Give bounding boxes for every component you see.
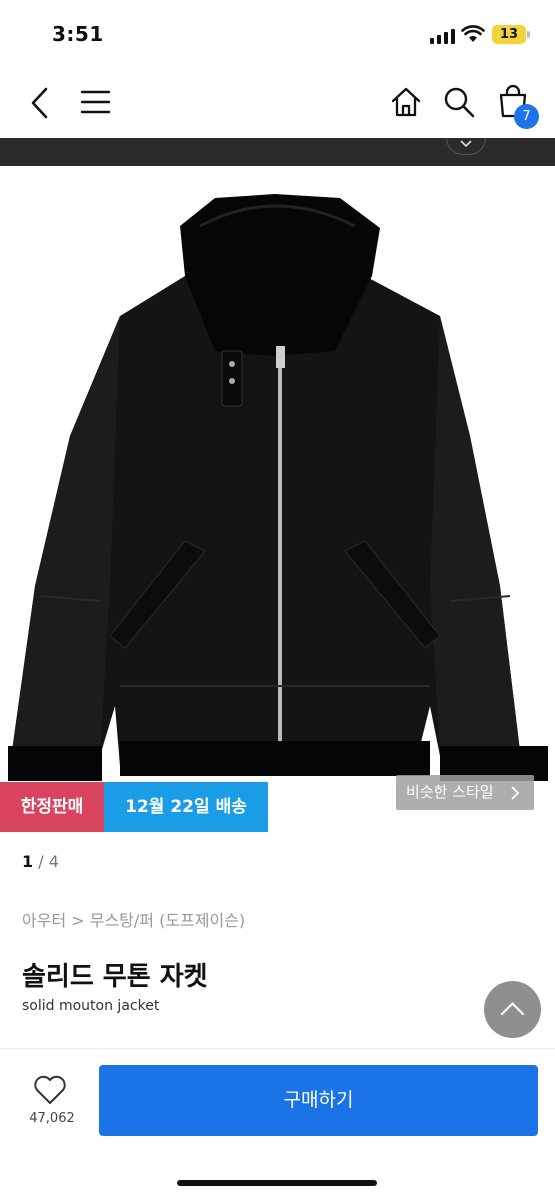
product-title: 솔리드 무톤 자켓 xyxy=(22,962,208,992)
chevron-right-icon xyxy=(511,786,520,800)
battery-tip xyxy=(527,31,530,38)
chevron-up-icon xyxy=(500,1001,525,1016)
delivery-date-tag: 12월 22일 배송 xyxy=(104,782,268,832)
jacket-illustration xyxy=(8,194,548,781)
pager-current: 1 xyxy=(22,852,34,871)
buy-button[interactable]: 구매하기 xyxy=(99,1065,538,1136)
wifi-icon xyxy=(461,25,485,42)
battery-icon: 13 xyxy=(492,25,526,44)
product-subtitle: solid mouton jacket xyxy=(22,998,160,1014)
cellular-signal-icon xyxy=(430,28,456,44)
like-count: 47,062 xyxy=(29,1111,75,1126)
product-image[interactable] xyxy=(0,166,555,814)
heart-icon[interactable] xyxy=(33,1075,67,1105)
chevron-down-icon xyxy=(460,140,472,148)
pager-separator: / xyxy=(33,852,49,871)
image-pager: 1 / 4 xyxy=(22,852,59,871)
cart-count-badge: 7 xyxy=(514,104,539,129)
status-time: 3:51 xyxy=(52,22,104,46)
menu-icon[interactable] xyxy=(80,88,111,116)
breadcrumb[interactable]: 아우터 > 무스탕/퍼 (도프제이슨) xyxy=(22,907,245,931)
search-icon[interactable] xyxy=(443,86,475,118)
home-indicator xyxy=(177,1180,377,1186)
back-icon[interactable] xyxy=(28,86,52,120)
limited-sale-tag: 한정판매 xyxy=(0,782,104,832)
pager-total: 4 xyxy=(48,852,59,871)
similar-style-label: 비슷한 스타일 xyxy=(406,783,494,801)
home-icon[interactable] xyxy=(390,86,422,118)
similar-style-button[interactable]: 비슷한 스타일 xyxy=(396,775,534,810)
scroll-to-top-button[interactable] xyxy=(484,981,541,1038)
